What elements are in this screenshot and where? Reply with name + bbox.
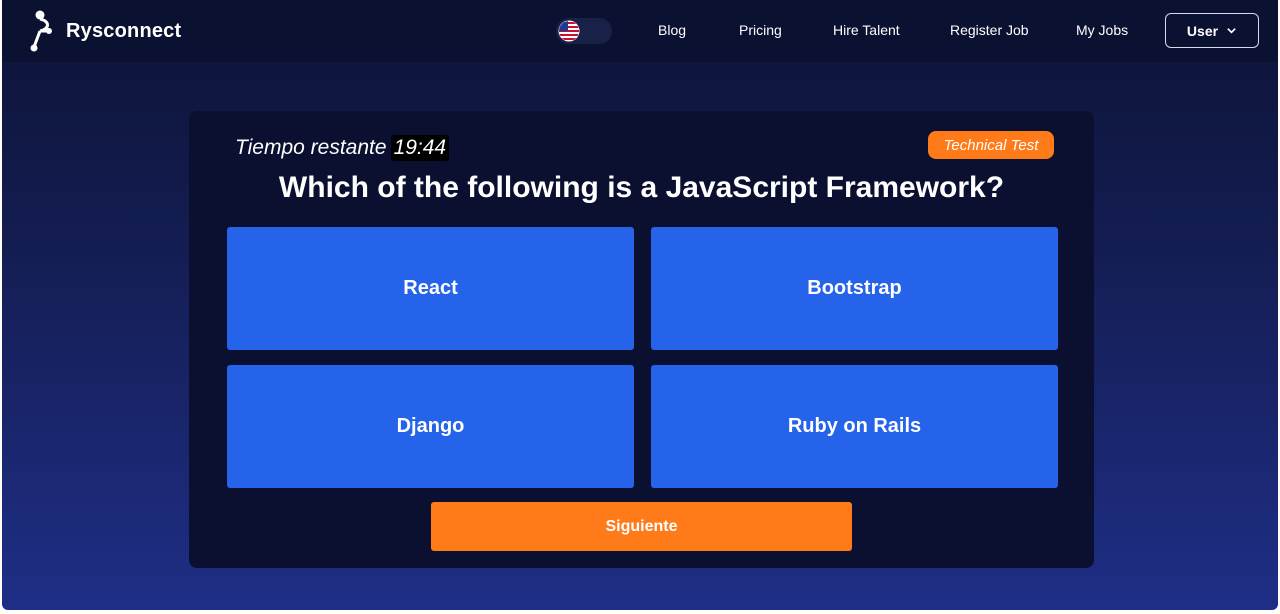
test-type-badge: Technical Test	[928, 131, 1054, 159]
chevron-down-icon	[1227, 28, 1236, 34]
nav-link-blog[interactable]: Blog	[658, 22, 686, 38]
nav-link-hire-talent[interactable]: Hire Talent	[833, 22, 900, 38]
answer-option-ruby-on-rails[interactable]: Ruby on Rails	[651, 365, 1058, 488]
brand[interactable]: Rysconnect	[26, 8, 181, 54]
rysconnect-logo-icon	[30, 10, 52, 52]
nav-link-pricing[interactable]: Pricing	[739, 22, 782, 38]
answer-option-react[interactable]: React	[227, 227, 634, 350]
navbar: Rysconnect Blog Pricing Hire Talent Regi	[2, 0, 1278, 62]
question-text: Which of the following is a JavaScript F…	[278, 171, 1005, 204]
us-flag-icon	[558, 20, 580, 42]
timer: Tiempo restante 19:44	[235, 135, 450, 161]
brand-name: Rysconnect	[66, 19, 182, 42]
timer-value: 19:44	[390, 135, 450, 161]
language-toggle[interactable]	[556, 18, 612, 44]
user-menu-label: User	[1186, 22, 1219, 39]
quiz-card: Tiempo restante 19:44 Technical Test Whi…	[189, 111, 1094, 568]
app-frame: Rysconnect Blog Pricing Hire Talent Regi	[2, 0, 1278, 610]
user-menu-button[interactable]: User	[1165, 13, 1259, 48]
nav-link-register-job[interactable]: Register Job	[950, 22, 1029, 38]
nav-link-my-jobs[interactable]: My Jobs	[1076, 22, 1128, 38]
next-button[interactable]: Siguiente	[431, 502, 852, 551]
answer-option-bootstrap[interactable]: Bootstrap	[651, 227, 1058, 350]
answer-option-django[interactable]: Django	[227, 365, 634, 488]
timer-label: Tiempo restante	[235, 136, 387, 159]
